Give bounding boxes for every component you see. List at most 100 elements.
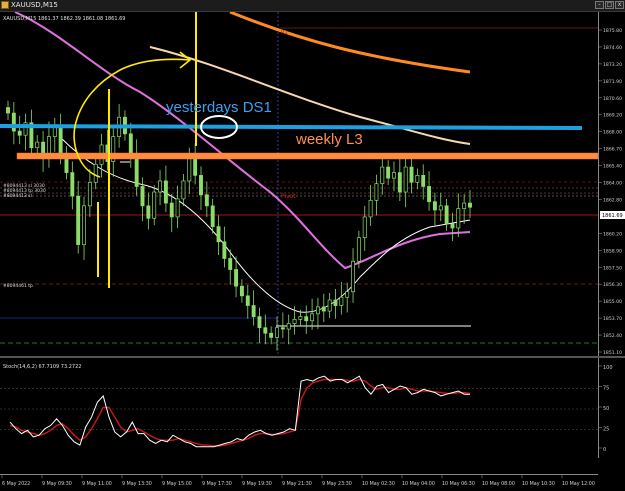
time-axis[interactable]: 6 May 2022 9 May 09:30 9 May 11:00 9 May 13… bbox=[0, 474, 598, 491]
candle[interactable] bbox=[427, 171, 432, 211]
price-axis[interactable]: 1875.80 1874.60 1873.20 1871.90 1870.60 1869.… bbox=[598, 12, 625, 357]
candle[interactable] bbox=[6, 100, 10, 120]
chart-title-bar[interactable]: XAUUSD,M15 - □ x bbox=[0, 0, 625, 12]
candle[interactable] bbox=[403, 158, 408, 208]
candle[interactable] bbox=[333, 288, 338, 319]
candle[interactable] bbox=[269, 326, 274, 345]
candle[interactable] bbox=[82, 196, 86, 260]
candle[interactable] bbox=[70, 161, 75, 210]
arc-arrow[interactable] bbox=[73, 58, 191, 178]
candle[interactable] bbox=[35, 135, 40, 155]
candle[interactable] bbox=[397, 157, 402, 201]
time-tick-label: 9 May 09:30 bbox=[42, 481, 72, 487]
candle[interactable] bbox=[134, 139, 139, 196]
maximize-button[interactable]: □ bbox=[605, 1, 614, 9]
candle[interactable] bbox=[462, 194, 467, 224]
candle[interactable] bbox=[52, 117, 57, 152]
minimize-button[interactable]: - bbox=[595, 1, 604, 9]
candle[interactable] bbox=[199, 166, 203, 210]
candle-body bbox=[292, 319, 297, 324]
candle[interactable] bbox=[158, 169, 163, 206]
candle[interactable] bbox=[181, 174, 186, 206]
price-chart[interactable]: yesterdays DS1 weekly L3 R1 Pivot XAUUSD… bbox=[0, 12, 598, 354]
candle[interactable] bbox=[286, 314, 291, 345]
candle[interactable] bbox=[339, 282, 344, 315]
candle[interactable] bbox=[29, 109, 34, 159]
candle-body bbox=[333, 299, 338, 306]
candle[interactable] bbox=[450, 212, 455, 242]
candle[interactable] bbox=[146, 192, 151, 230]
candle[interactable] bbox=[432, 192, 437, 226]
price-tick-label: 1869.20 bbox=[603, 113, 622, 119]
weekly-l3-band[interactable] bbox=[16, 152, 598, 160]
candle[interactable] bbox=[327, 293, 332, 318]
candle[interactable] bbox=[239, 279, 244, 303]
r1-tag: R1 bbox=[281, 30, 288, 36]
candle-body bbox=[257, 316, 262, 329]
order-label-3: #8094413 sl bbox=[3, 193, 32, 199]
candle[interactable] bbox=[17, 115, 22, 145]
candle[interactable] bbox=[216, 215, 221, 255]
candle[interactable] bbox=[310, 298, 315, 330]
candle[interactable] bbox=[362, 205, 367, 251]
candle[interactable] bbox=[222, 226, 227, 268]
candle-body bbox=[128, 133, 133, 155]
candlesticks[interactable] bbox=[6, 100, 472, 351]
candle[interactable] bbox=[421, 164, 426, 200]
candle[interactable] bbox=[345, 282, 350, 313]
candle[interactable] bbox=[163, 165, 168, 213]
ds1-level-line[interactable] bbox=[0, 124, 583, 130]
candle[interactable] bbox=[380, 153, 385, 195]
candle[interactable] bbox=[315, 297, 320, 330]
candle[interactable] bbox=[234, 256, 239, 298]
candle-body bbox=[315, 306, 320, 315]
candle[interactable] bbox=[304, 305, 309, 334]
candle[interactable] bbox=[93, 157, 98, 190]
candle[interactable] bbox=[245, 284, 250, 319]
candle[interactable] bbox=[251, 290, 256, 326]
price-tick-label: 1874.60 bbox=[603, 45, 622, 51]
candle[interactable] bbox=[468, 189, 472, 219]
candle[interactable] bbox=[111, 127, 116, 177]
candle[interactable] bbox=[46, 121, 51, 168]
candle[interactable] bbox=[374, 174, 379, 216]
candle-body bbox=[421, 175, 426, 187]
candle[interactable] bbox=[386, 160, 391, 186]
candle[interactable] bbox=[228, 249, 233, 285]
candle[interactable] bbox=[368, 185, 373, 226]
candle[interactable] bbox=[204, 181, 209, 217]
candle[interactable] bbox=[210, 198, 215, 234]
time-tick-label: 10 May 06:30 bbox=[442, 481, 475, 487]
close-button[interactable]: x bbox=[615, 1, 624, 9]
candle[interactable] bbox=[23, 113, 28, 151]
candle-body bbox=[239, 285, 244, 297]
candle[interactable] bbox=[64, 146, 69, 180]
stochastic-info: Stoch(14,6,2) 67.7109 73.2722 bbox=[3, 364, 81, 370]
candle[interactable] bbox=[263, 314, 268, 345]
candle[interactable] bbox=[128, 122, 133, 168]
candle[interactable] bbox=[321, 293, 326, 323]
candle[interactable] bbox=[87, 169, 92, 217]
stochastic-pane[interactable]: Stoch(14,6,2) 67.7109 73.2722 bbox=[0, 360, 598, 456]
candle[interactable] bbox=[169, 194, 174, 233]
candle[interactable] bbox=[392, 161, 396, 192]
candle[interactable] bbox=[193, 143, 198, 185]
candle[interactable] bbox=[76, 180, 81, 254]
candle[interactable] bbox=[438, 192, 443, 222]
candle[interactable] bbox=[152, 185, 157, 226]
candle[interactable] bbox=[11, 102, 16, 145]
time-tick-label: 9 May 15:00 bbox=[162, 481, 192, 487]
candle[interactable] bbox=[175, 185, 180, 228]
pane-separator[interactable] bbox=[0, 356, 625, 358]
candle[interactable] bbox=[257, 307, 262, 343]
candle[interactable] bbox=[456, 193, 461, 237]
time-tick-label: 9 May 17:30 bbox=[202, 481, 232, 487]
candle[interactable] bbox=[444, 198, 449, 231]
candle[interactable] bbox=[415, 168, 420, 190]
candle-body bbox=[11, 112, 16, 132]
candle[interactable] bbox=[280, 312, 285, 339]
candle[interactable] bbox=[351, 248, 355, 303]
candle[interactable] bbox=[409, 153, 414, 194]
candle[interactable] bbox=[41, 131, 46, 172]
user-drawings[interactable] bbox=[0, 12, 598, 288]
